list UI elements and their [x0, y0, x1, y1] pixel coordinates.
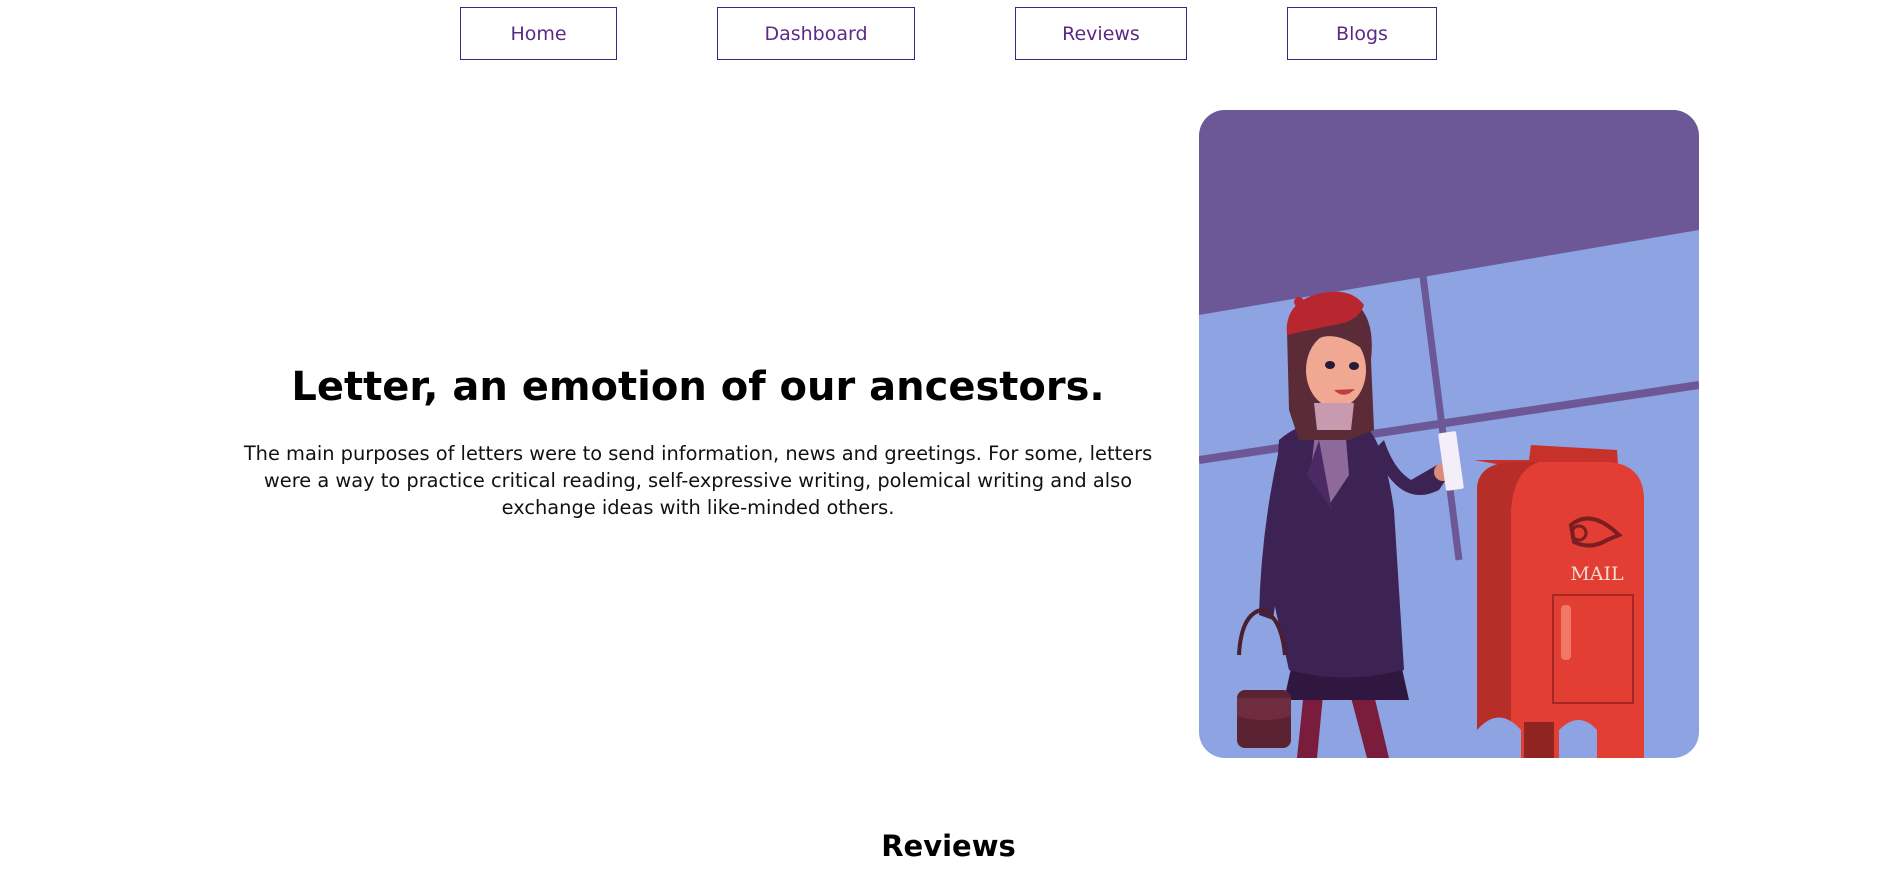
- page: Home Dashboard Reviews Blogs Letter, an …: [0, 0, 1897, 878]
- woman-posting-letter-illustration: MAIL: [1199, 110, 1699, 758]
- nav-home-button[interactable]: Home: [460, 7, 617, 60]
- nav-reviews-button[interactable]: Reviews: [1015, 7, 1187, 60]
- hero-description: The main purposes of letters were to sen…: [243, 442, 1153, 519]
- nav-dashboard-button[interactable]: Dashboard: [717, 7, 915, 60]
- nav-blogs-button[interactable]: Blogs: [1287, 7, 1437, 60]
- hero-title: Letter, an emotion of our ancestors.: [291, 364, 1105, 410]
- mailbox-label: MAIL: [1570, 563, 1624, 585]
- reviews-section-title: Reviews: [881, 829, 1016, 863]
- top-navigation: Home Dashboard Reviews Blogs: [0, 7, 1897, 61]
